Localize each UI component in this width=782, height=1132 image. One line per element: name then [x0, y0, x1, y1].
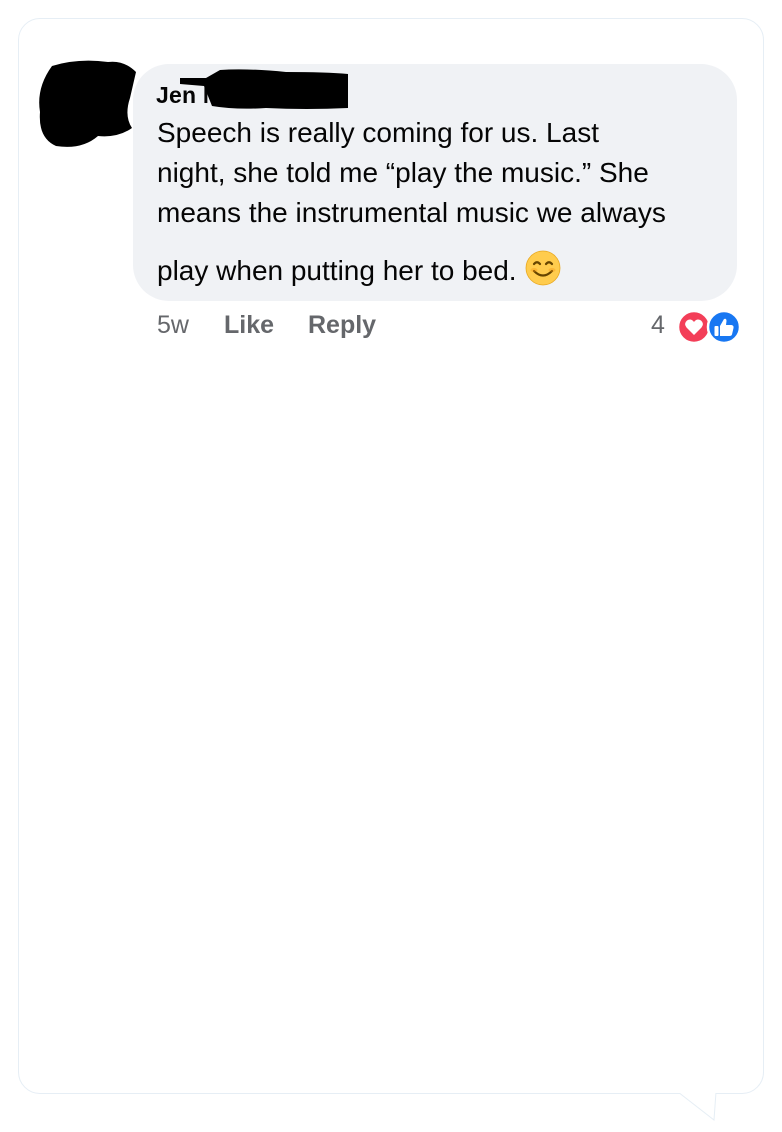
reply-button[interactable]: Reply	[308, 311, 376, 340]
avatar	[39, 60, 137, 147]
like-button[interactable]: Like	[224, 311, 274, 340]
love-reaction-icon	[676, 309, 712, 345]
smiling-face-icon	[525, 250, 560, 286]
comment-age: 5w	[157, 311, 189, 339]
like-reaction-icon	[706, 309, 742, 345]
comment-text-line: night, she told me “play the music.” She	[157, 157, 649, 188]
name-redaction	[180, 69, 348, 109]
comment-text-span: play when putting her to bed.	[157, 255, 517, 286]
reaction-count[interactable]: 4	[651, 311, 665, 340]
card-tail	[678, 1090, 718, 1121]
reactions-summary[interactable]	[676, 309, 744, 345]
comment-text-line: Speech is really coming for us. Last	[157, 117, 599, 148]
comment-text-line: means the instrumental music we always	[157, 197, 666, 228]
comment-text-line-last: play when putting her to bed.	[157, 250, 561, 287]
